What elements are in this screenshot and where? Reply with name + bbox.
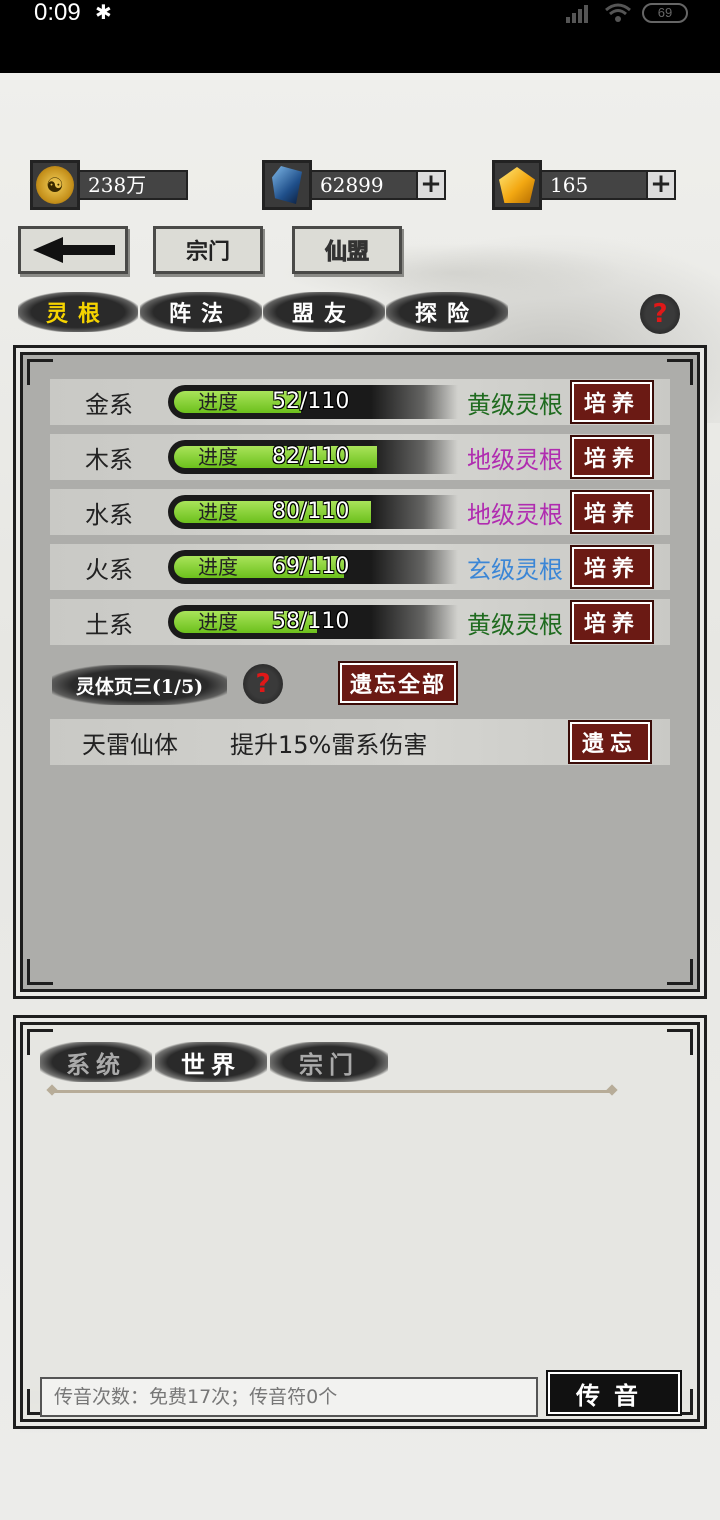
spirit-body-page-label: 灵体页三(1/5) <box>52 665 227 705</box>
spirit-root-row: 火系 进度 69/110 玄级灵根 培养 <box>50 544 670 590</box>
root-progress-bar: 进度 80/110 <box>168 495 458 529</box>
root-element-name: 金系 <box>85 390 133 419</box>
gold-gem-icon <box>492 160 542 210</box>
root-progress-label: 进度 <box>198 610 238 634</box>
cultivate-button[interactable]: 培养 <box>570 545 654 589</box>
chat-tab-sect[interactable]: 宗门 <box>270 1042 388 1082</box>
gem-value: 165 <box>550 173 589 197</box>
forget-all-button[interactable]: 遗忘全部 <box>338 661 458 705</box>
cultivate-button[interactable]: 培养 <box>570 600 654 644</box>
root-progress-value: 69/110 <box>272 554 350 579</box>
crystal-value: 62899 <box>320 173 384 197</box>
root-progress-value: 58/110 <box>272 609 350 634</box>
root-progress-bar: 进度 82/110 <box>168 440 458 474</box>
chat-panel <box>16 1018 704 1426</box>
tab-spirit-root[interactable]: 灵根 <box>18 292 138 332</box>
root-progress-label: 进度 <box>198 500 238 524</box>
root-grade: 地级灵根 <box>467 445 563 474</box>
coin-counter: ☯ 238万 <box>30 160 188 210</box>
root-element-name: 土系 <box>85 610 133 639</box>
gem-counter: 165 + <box>492 160 676 210</box>
root-grade: 黄级灵根 <box>467 610 563 639</box>
spirit-body-effect: 提升15%雷系伤害 <box>230 730 428 759</box>
status-bar: 0:09 ✱ 69 <box>0 0 720 73</box>
chat-divider <box>52 1090 612 1093</box>
alliance-button-label: 仙盟 <box>324 239 369 266</box>
tab-formation[interactable]: 阵法 <box>140 292 262 332</box>
root-progress-label: 进度 <box>198 555 238 579</box>
root-progress-value: 82/110 <box>272 444 350 469</box>
chat-input[interactable]: 传音次数：免费17次；传音符0个 <box>40 1377 538 1417</box>
root-grade: 玄级灵根 <box>467 555 563 584</box>
send-message-button[interactable]: 传音 <box>546 1370 682 1416</box>
root-progress-label: 进度 <box>198 445 238 469</box>
spirit-root-row: 土系 进度 58/110 黄级灵根 培养 <box>50 599 670 645</box>
spirit-body-row: 天雷仙体 提升15%雷系伤害 遗忘 <box>50 719 670 765</box>
coin-value: 238万 <box>76 170 188 200</box>
cultivate-button[interactable]: 培养 <box>570 380 654 424</box>
add-gem-button[interactable]: + <box>646 170 676 200</box>
tab-allies[interactable]: 盟友 <box>263 292 385 332</box>
root-progress-label: 进度 <box>198 390 238 414</box>
add-crystal-button[interactable]: + <box>416 170 446 200</box>
back-button[interactable] <box>18 226 128 274</box>
back-arrow-icon <box>33 237 115 263</box>
clock: 0:09 <box>34 0 81 26</box>
taiji-coin-icon: ☯ <box>30 160 80 210</box>
battery-icon: 69 <box>642 3 688 23</box>
chat-tab-world[interactable]: 世界 <box>155 1042 267 1082</box>
wifi-icon <box>605 3 631 22</box>
cultivate-button[interactable]: 培养 <box>570 435 654 479</box>
spirit-root-row: 金系 进度 52/110 黄级灵根 培养 <box>50 379 670 425</box>
root-grade: 黄级灵根 <box>467 390 563 419</box>
chat-tab-system[interactable]: 系统 <box>40 1042 152 1082</box>
forget-button[interactable]: 遗忘 <box>568 720 652 764</box>
spirit-root-row: 木系 进度 82/110 地级灵根 培养 <box>50 434 670 480</box>
alliance-button[interactable]: 仙盟 <box>292 226 402 274</box>
spirit-body-name: 天雷仙体 <box>82 730 178 759</box>
sect-button-label: 宗门 <box>185 239 230 265</box>
signal-icon <box>566 5 588 23</box>
root-element-name: 火系 <box>85 555 133 584</box>
root-grade: 地级灵根 <box>467 500 563 529</box>
root-element-name: 木系 <box>85 445 133 474</box>
root-progress-bar: 进度 52/110 <box>168 385 458 419</box>
spirit-root-row: 水系 进度 80/110 地级灵根 培养 <box>50 489 670 535</box>
root-progress-value: 80/110 <box>272 499 350 524</box>
tab-explore[interactable]: 探险 <box>386 292 508 332</box>
spirit-body-help-icon[interactable]: ? <box>243 664 283 704</box>
blue-crystal-icon <box>262 160 312 210</box>
root-progress-value: 52/110 <box>272 389 350 414</box>
sect-button[interactable]: 宗门 <box>153 226 263 274</box>
status-icons: 69 <box>566 2 688 24</box>
root-progress-bar: 进度 58/110 <box>168 605 458 639</box>
help-icon[interactable]: ? <box>640 294 680 334</box>
bluetooth-icon: ✱ <box>95 0 112 24</box>
root-progress-bar: 进度 69/110 <box>168 550 458 584</box>
cultivate-button[interactable]: 培养 <box>570 490 654 534</box>
root-element-name: 水系 <box>85 500 133 529</box>
crystal-counter: 62899 + <box>262 160 446 210</box>
